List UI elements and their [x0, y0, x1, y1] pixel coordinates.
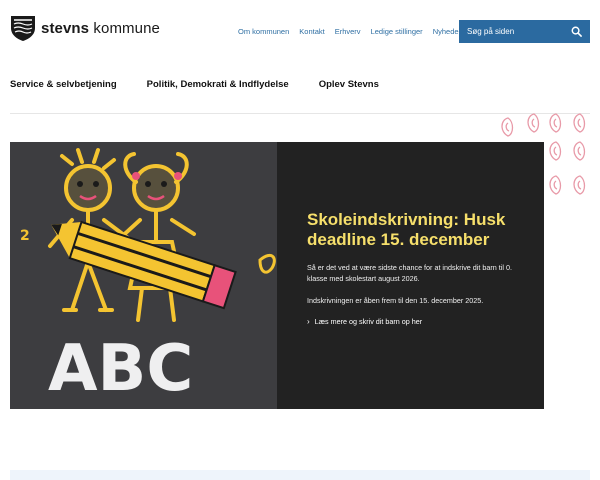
hero-paragraph-deadline: Indskrivningen er åben frem til den 15. … — [307, 296, 484, 305]
main-nav-service[interactable]: Service & selvbetjening — [10, 79, 117, 90]
header: stevns kommune Om kommunen Kontakt Erhve… — [0, 0, 600, 60]
brand-name-rest: kommune — [89, 19, 160, 37]
hero-banner: 2 ABC Skoleindskrivning: Husk deadline 1… — [10, 142, 544, 409]
brand-name: stevns kommune — [41, 20, 160, 37]
search-box[interactable]: Søg på siden — [459, 20, 590, 43]
main-nav-politik[interactable]: Politik, Demokrati & Indflydelse — [147, 79, 289, 90]
hero-paragraph: Så er det ved at være sidste chance for … — [307, 263, 512, 283]
next-section-strip — [10, 470, 590, 480]
site-logo[interactable]: stevns kommune — [10, 14, 160, 42]
search-icon[interactable] — [571, 26, 582, 37]
nav-link-ledige-stillinger[interactable]: Ledige stillinger — [371, 27, 423, 36]
image-digit: 2 — [20, 228, 30, 244]
utility-nav: Om kommunen Kontakt Erhverv Ledige still… — [238, 27, 461, 36]
chalkboard-drawing: 2 ABC — [10, 142, 277, 409]
nav-link-kontakt[interactable]: Kontakt — [299, 27, 324, 36]
nav-link-erhverv[interactable]: Erhverv — [335, 27, 361, 36]
nav-link-om-kommunen[interactable]: Om kommunen — [238, 27, 289, 36]
image-abc-text: ABC — [48, 332, 193, 406]
hero-text-panel: Skoleindskrivning: Husk deadline 15. dec… — [277, 142, 544, 409]
hero-link-label[interactable]: Læs mere og skriv dit barn op her — [315, 317, 422, 326]
search-input[interactable]: Søg på siden — [467, 27, 571, 36]
main-nav-oplev[interactable]: Oplev Stevns — [319, 79, 379, 90]
nav-link-nyheder[interactable]: Nyheder — [433, 27, 461, 36]
hero-title: Skoleindskrivning: Husk deadline 15. dec… — [307, 210, 506, 249]
main-nav: Service & selvbetjening Politik, Demokra… — [10, 79, 379, 90]
crest-icon — [11, 16, 35, 41]
chevron-right-icon: › — [307, 317, 310, 326]
hero-link[interactable]: › Læs mere og skriv dit barn op her — [307, 317, 520, 326]
hero-image: 2 ABC — [10, 142, 277, 409]
brand-name-bold: stevns — [41, 19, 90, 37]
